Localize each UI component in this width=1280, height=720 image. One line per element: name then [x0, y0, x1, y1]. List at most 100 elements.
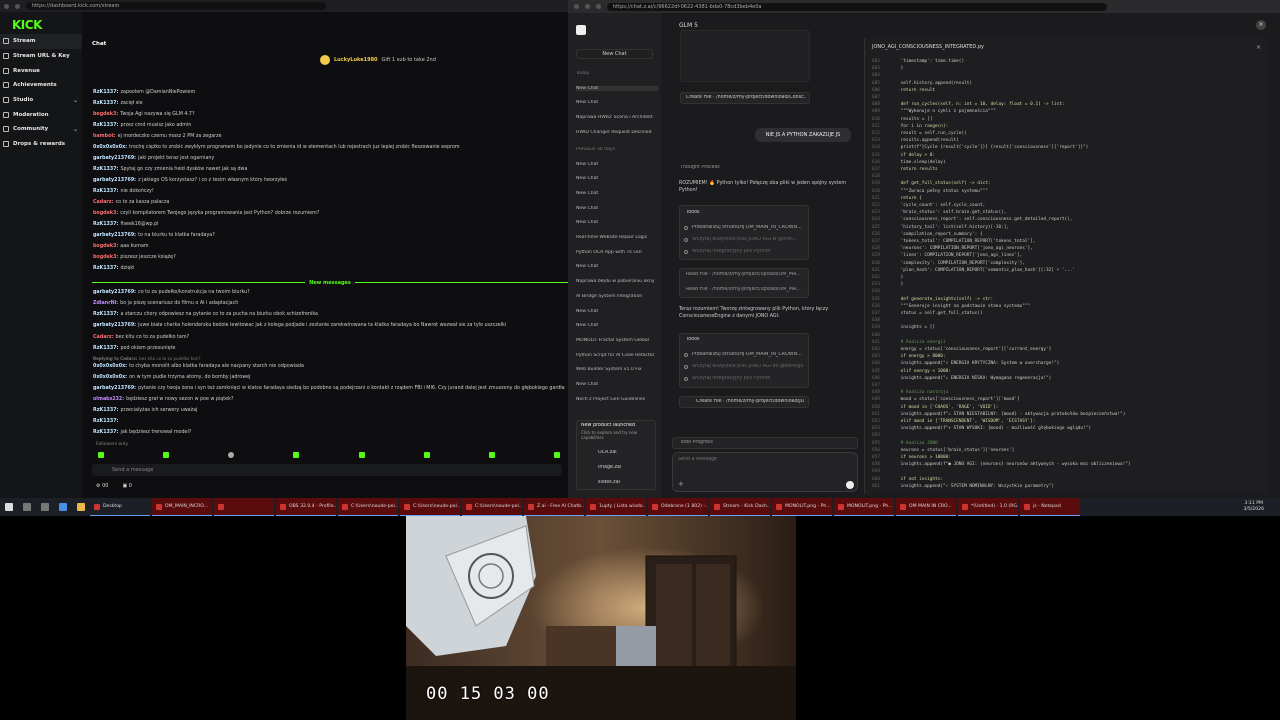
read-file-2[interactable]: Read File · /home/z/my-project/upload/OM…	[686, 287, 804, 292]
chat-username[interactable]: garbaty213769:	[93, 156, 136, 161]
emote-icon[interactable]	[488, 452, 495, 458]
chat-username[interactable]: garbaty213769:	[93, 290, 136, 295]
history-item[interactable]: MONOLIT Fractal System Global	[576, 338, 658, 343]
promo-item[interactable]: slides.zai	[598, 480, 620, 485]
chat-username[interactable]: RzK1337:	[93, 430, 118, 435]
history-item[interactable]: New Chat	[576, 206, 658, 211]
explorer-icon[interactable]	[77, 503, 85, 511]
chevron-down-icon[interactable]: ⌄	[73, 126, 78, 133]
thought-process-toggle[interactable]: Thought Process	[680, 165, 720, 170]
chat-username[interactable]: garbaty213769:	[93, 323, 136, 328]
zai-logo[interactable]	[576, 25, 586, 35]
chat-username[interactable]: bogdek3:	[93, 211, 118, 216]
chat-username[interactable]: garbaty213769:	[93, 178, 136, 183]
history-item[interactable]: New Chat	[576, 85, 658, 91]
taskbar-item[interactable]: C:\Users\noude-pol...	[400, 498, 460, 516]
history-item[interactable]: New Chat	[576, 220, 658, 225]
emote-icon[interactable]	[228, 452, 235, 458]
history-item[interactable]: New Chat	[576, 382, 658, 387]
history-item[interactable]: Naprawa HWID: Scena i Architekt	[576, 115, 658, 120]
model-selector[interactable]: GLM 5	[679, 22, 698, 29]
edge-icon[interactable]	[59, 503, 67, 511]
taskbar-item[interactable]: 1upty | Lista wiado...	[586, 498, 646, 516]
chat-username[interactable]: RzK1337:	[93, 101, 118, 106]
close-code-icon[interactable]: ×	[1256, 44, 1261, 51]
forward-icon[interactable]	[585, 4, 590, 9]
history-item[interactable]: New Chat	[576, 309, 658, 314]
chat-username[interactable]: Cadarz:	[93, 200, 114, 205]
taskbar-item[interactable]: Odebrane (1 802) -...	[648, 498, 708, 516]
kick-logo[interactable]: KICK	[0, 16, 82, 34]
taskbar-item[interactable]: *(Untitled) - 1.0 (RG...	[958, 498, 1018, 516]
emote-icon[interactable]	[423, 452, 430, 458]
taskbar-item[interactable]: Stream - Kick Dash...	[710, 498, 770, 516]
chevron-down-icon[interactable]: ⌄	[73, 97, 78, 104]
reload-icon[interactable]	[596, 4, 601, 9]
history-item[interactable]: Naprawa błędu w pobieraniu okny	[576, 279, 658, 284]
task-view-icon[interactable]	[41, 503, 49, 511]
chat-username[interactable]: Cadarz:	[93, 335, 114, 340]
chat-username[interactable]: RzK1337:	[93, 346, 118, 351]
nav-item[interactable]: Stream URL & Key	[0, 49, 82, 64]
taskbar-item[interactable]: OM_MAIN_INCRO...	[152, 498, 212, 516]
nav-item[interactable]: Community ⌄	[0, 122, 82, 137]
chat-username[interactable]: RzK1337:	[93, 222, 118, 227]
promo-item[interactable]: image.zai	[598, 465, 621, 470]
chat-username[interactable]: RzK1337:	[93, 189, 118, 194]
chat-username[interactable]: 0x0x0x0x0x:	[93, 145, 127, 150]
pinned-gift-banner[interactable]: LuckyLuke1980 Gift 1 sub to take 2nd	[320, 55, 436, 65]
history-item[interactable]: New Chat	[576, 176, 658, 181]
chat-username[interactable]: RzK1337:	[93, 312, 118, 317]
taskbar-item[interactable]: js - Notepad	[1020, 498, 1080, 516]
taskbar-item[interactable]: C:\Users\noude-pol...	[462, 498, 522, 516]
nav-item[interactable]: Moderation	[0, 107, 82, 122]
chat-username[interactable]: garbaty213769:	[93, 386, 136, 391]
back-icon[interactable]	[4, 3, 9, 9]
chat-username[interactable]: Replying to Cadarz:	[93, 356, 137, 361]
emote-icon[interactable]	[98, 452, 104, 458]
history-item[interactable]: Web Builder System v1.0 Fix	[576, 367, 658, 372]
history-item[interactable]: New Chat	[576, 100, 658, 105]
taskbar-item[interactable]	[214, 498, 274, 516]
history-item[interactable]: New Chat	[576, 264, 658, 269]
taskbar-item[interactable]: MONOLIT.png - Ph...	[772, 498, 832, 516]
taskbar-item[interactable]: C:\Users\noude-pol...	[338, 498, 398, 516]
nav-item[interactable]: Revenue	[0, 63, 82, 78]
nav-item[interactable]: Studio ⌄	[0, 93, 82, 108]
chat-username[interactable]: olmaks232:	[93, 397, 124, 402]
emote-icon[interactable]	[553, 452, 560, 458]
history-item[interactable]: AI Bridge System Integration	[576, 294, 658, 299]
chat-username[interactable]: 0x0x0x0x0x:	[93, 375, 127, 380]
zai-address-bar[interactable]: https://chat.z.ai/c/96622df-0622-4381-bd…	[607, 2, 1107, 11]
chat-username[interactable]: 0x0x0x0x0x:	[93, 364, 127, 369]
chat-username[interactable]: hambot:	[93, 134, 116, 139]
history-item[interactable]: New Chat	[576, 191, 658, 196]
taskbar-item[interactable]: Desktop	[90, 498, 150, 516]
taskbar-item[interactable]: OM MAIN IN CRO...	[896, 498, 956, 516]
history-item[interactable]: Python OCR App with Tk GUI	[576, 250, 658, 255]
read-file-1[interactable]: Read File · /home/z/my-project/upload/OM…	[686, 272, 804, 277]
emote-icon[interactable]	[293, 452, 300, 458]
emote-icon[interactable]	[358, 452, 365, 458]
chat-username[interactable]: RzK1337:	[93, 167, 118, 172]
kick-address-bar[interactable]: https://dashboard.kick.com/stream	[26, 2, 326, 10]
taskbar-item[interactable]: MONOLIT.png - Ph...	[834, 498, 894, 516]
back-icon[interactable]	[574, 4, 579, 9]
attach-icon[interactable]: +	[678, 480, 684, 488]
nav-item[interactable]: Stream	[0, 34, 82, 49]
close-panel-icon[interactable]: ×	[1256, 20, 1266, 30]
chat-username[interactable]: bogdek3:	[93, 112, 118, 117]
chat-username[interactable]: bogdek3:	[93, 244, 118, 249]
history-item[interactable]: HWID Changer Request Declined	[576, 130, 658, 135]
chat-right-toggle[interactable]: ▣ 0	[122, 483, 132, 489]
chat-username[interactable]: garbaty213769:	[93, 233, 136, 238]
history-item[interactable]: Nech z Project Gen Guidelines	[576, 397, 658, 402]
history-item[interactable]: Real-time Website Repair Logic	[576, 235, 658, 240]
system-clock[interactable]: 3:11 PM 3/5/2026	[1243, 501, 1280, 513]
emote-icon[interactable]	[163, 452, 170, 458]
chat-send-input[interactable]: Send a message	[92, 464, 562, 476]
history-item[interactable]: Python Script for AI Code Refactor	[576, 353, 658, 358]
nav-item[interactable]: Achievements	[0, 78, 82, 93]
history-item[interactable]: New Chat	[576, 162, 658, 167]
chat-username[interactable]: RzK1337:	[93, 266, 118, 271]
